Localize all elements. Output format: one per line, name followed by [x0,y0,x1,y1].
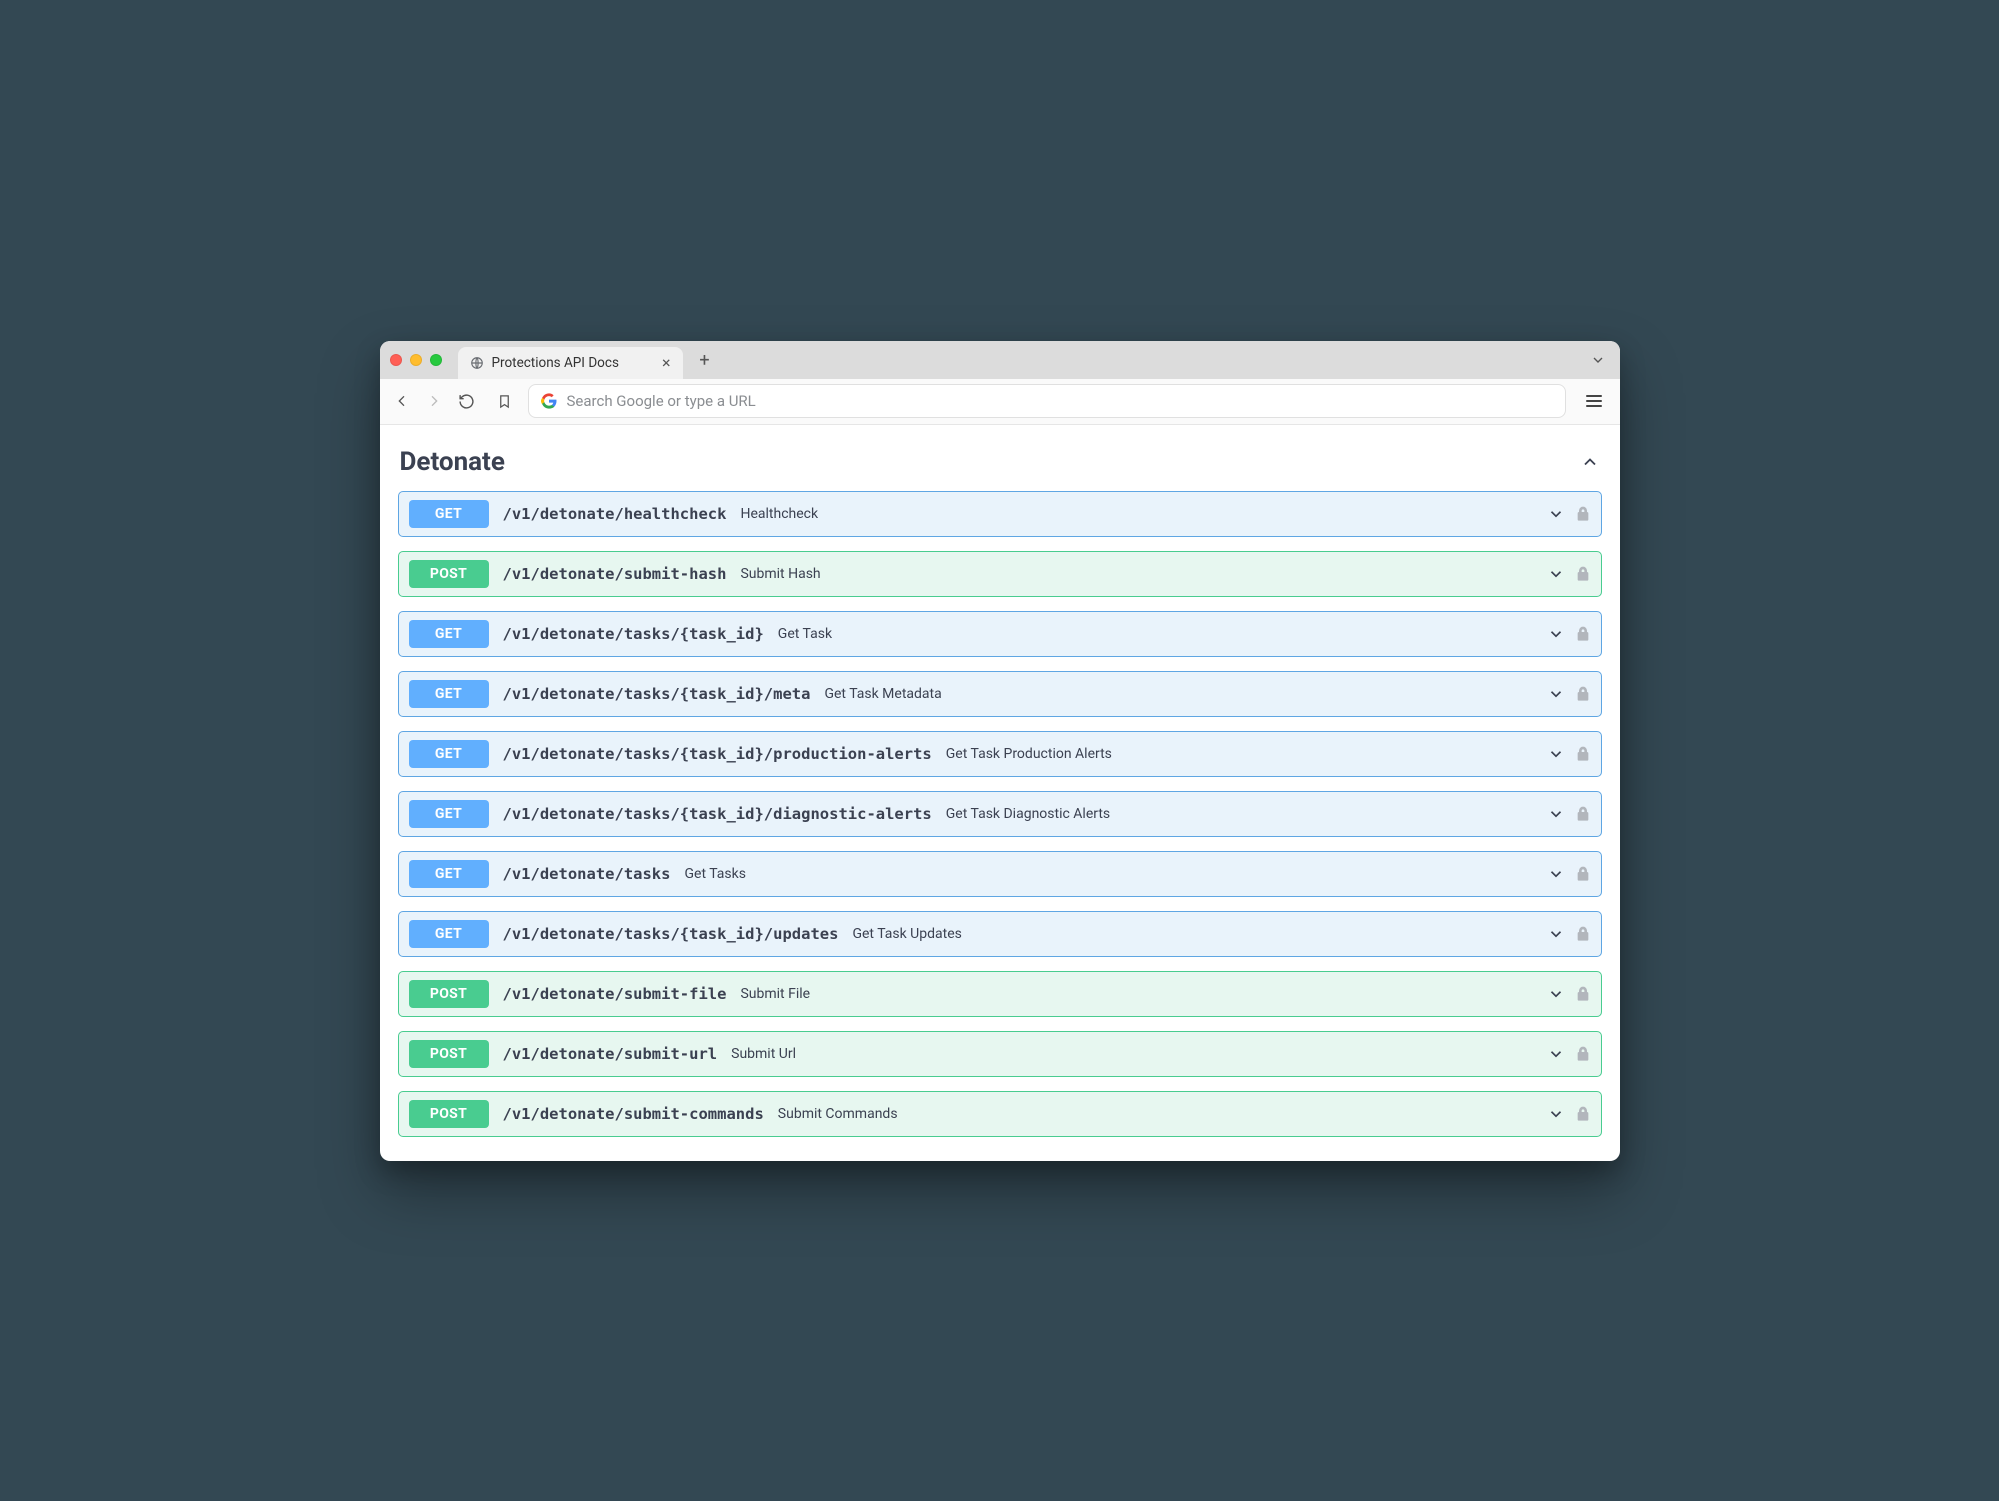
section-header[interactable]: Detonate [398,443,1602,491]
chevron-down-icon[interactable] [1547,625,1565,643]
lock-icon[interactable] [1575,866,1591,882]
endpoint-list: GET/v1/detonate/healthcheck Healthcheck PO… [398,491,1602,1137]
lock-icon[interactable] [1575,626,1591,642]
window-minimize-button[interactable] [410,354,422,366]
new-tab-button[interactable]: + [691,347,719,375]
nav-back-button[interactable] [394,393,410,409]
endpoint-row[interactable]: POST/v1/detonate/submit-file Submit File [398,971,1602,1017]
http-method-badge: GET [409,500,489,528]
page-content: Detonate GET/v1/detonate/healthcheck Heal… [380,425,1620,1161]
browser-window: Protections API Docs × + Search Google o… [380,341,1620,1161]
browser-tab[interactable]: Protections API Docs × [458,347,683,379]
menu-button[interactable] [1582,391,1606,411]
endpoint-row[interactable]: GET/v1/detonate/healthcheck Healthcheck [398,491,1602,537]
chevron-down-icon[interactable] [1547,505,1565,523]
endpoint-summary: Submit Hash [740,566,820,582]
tabs-dropdown-button[interactable] [1590,352,1606,368]
lock-icon[interactable] [1575,1106,1591,1122]
http-method-badge: POST [409,1100,489,1128]
endpoint-path: /v1/detonate/submit-file [503,985,727,1003]
endpoint-summary: Submit Commands [778,1106,898,1122]
endpoint-summary: Get Tasks [684,866,745,882]
lock-icon[interactable] [1575,686,1591,702]
url-bar[interactable]: Search Google or type a URL [528,384,1566,418]
endpoint-summary: Get Task [778,626,832,642]
endpoint-row[interactable]: GET/v1/detonate/tasks/{task_id}/producti… [398,731,1602,777]
lock-icon[interactable] [1575,566,1591,582]
chevron-down-icon[interactable] [1547,1105,1565,1123]
chevron-down-icon[interactable] [1547,985,1565,1003]
endpoint-path: /v1/detonate/tasks/{task_id} [503,625,764,643]
chevron-down-icon[interactable] [1547,805,1565,823]
http-method-badge: POST [409,980,489,1008]
browser-toolbar: Search Google or type a URL [380,379,1620,425]
http-method-badge: GET [409,740,489,768]
window-controls [390,354,442,366]
http-method-badge: GET [409,680,489,708]
nav-forward-button[interactable] [426,393,442,409]
endpoint-row[interactable]: GET/v1/detonate/tasks/{task_id}/updates G… [398,911,1602,957]
lock-icon[interactable] [1575,746,1591,762]
http-method-badge: GET [409,620,489,648]
tab-title: Protections API Docs [492,355,619,371]
lock-icon[interactable] [1575,986,1591,1002]
chevron-down-icon[interactable] [1547,745,1565,763]
endpoint-path: /v1/detonate/healthcheck [503,505,727,523]
endpoint-path: /v1/detonate/submit-hash [503,565,727,583]
lock-icon[interactable] [1575,926,1591,942]
endpoint-path: /v1/detonate/submit-url [503,1045,718,1063]
window-titlebar: Protections API Docs × + [380,341,1620,379]
endpoint-row[interactable]: POST/v1/detonate/submit-hash Submit Hash [398,551,1602,597]
window-maximize-button[interactable] [430,354,442,366]
endpoint-row[interactable]: POST/v1/detonate/submit-commands Submit C… [398,1091,1602,1137]
section-collapse-icon[interactable] [1580,452,1600,472]
chevron-down-icon[interactable] [1547,565,1565,583]
endpoint-path: /v1/detonate/tasks [503,865,671,883]
nav-reload-button[interactable] [458,393,475,410]
endpoint-summary: Get Task Diagnostic Alerts [946,806,1110,822]
endpoint-summary: Get Task Updates [852,926,961,942]
endpoint-row[interactable]: GET/v1/detonate/tasks/{task_id} Get Task [398,611,1602,657]
endpoint-path: /v1/detonate/tasks/{task_id}/production-… [503,745,932,763]
http-method-badge: GET [409,860,489,888]
endpoint-row[interactable]: GET/v1/detonate/tasks Get Tasks [398,851,1602,897]
http-method-badge: POST [409,560,489,588]
chevron-down-icon[interactable] [1547,685,1565,703]
section-title: Detonate [400,447,505,477]
globe-icon [470,356,484,370]
chevron-down-icon[interactable] [1547,925,1565,943]
endpoint-summary: Healthcheck [740,506,818,522]
window-close-button[interactable] [390,354,402,366]
http-method-badge: POST [409,1040,489,1068]
endpoint-summary: Get Task Production Alerts [946,746,1112,762]
lock-icon[interactable] [1575,506,1591,522]
endpoint-row[interactable]: GET/v1/detonate/tasks/{task_id}/diagnost… [398,791,1602,837]
url-placeholder: Search Google or type a URL [567,392,756,410]
endpoint-summary: Get Task Metadata [824,686,941,702]
lock-icon[interactable] [1575,806,1591,822]
bookmark-button[interactable] [497,394,512,409]
lock-icon[interactable] [1575,1046,1591,1062]
tab-close-button[interactable]: × [662,353,671,372]
http-method-badge: GET [409,920,489,948]
endpoint-summary: Submit File [740,986,810,1002]
endpoint-path: /v1/detonate/tasks/{task_id}/meta [503,685,811,703]
http-method-badge: GET [409,800,489,828]
endpoint-row[interactable]: POST/v1/detonate/submit-url Submit Url [398,1031,1602,1077]
chevron-down-icon[interactable] [1547,865,1565,883]
endpoint-path: /v1/detonate/tasks/{task_id}/updates [503,925,839,943]
chevron-down-icon[interactable] [1547,1045,1565,1063]
endpoint-path: /v1/detonate/tasks/{task_id}/diagnostic-… [503,805,932,823]
endpoint-row[interactable]: GET/v1/detonate/tasks/{task_id}/meta Get … [398,671,1602,717]
endpoint-summary: Submit Url [731,1046,796,1062]
google-icon [541,393,557,409]
endpoint-path: /v1/detonate/submit-commands [503,1105,764,1123]
